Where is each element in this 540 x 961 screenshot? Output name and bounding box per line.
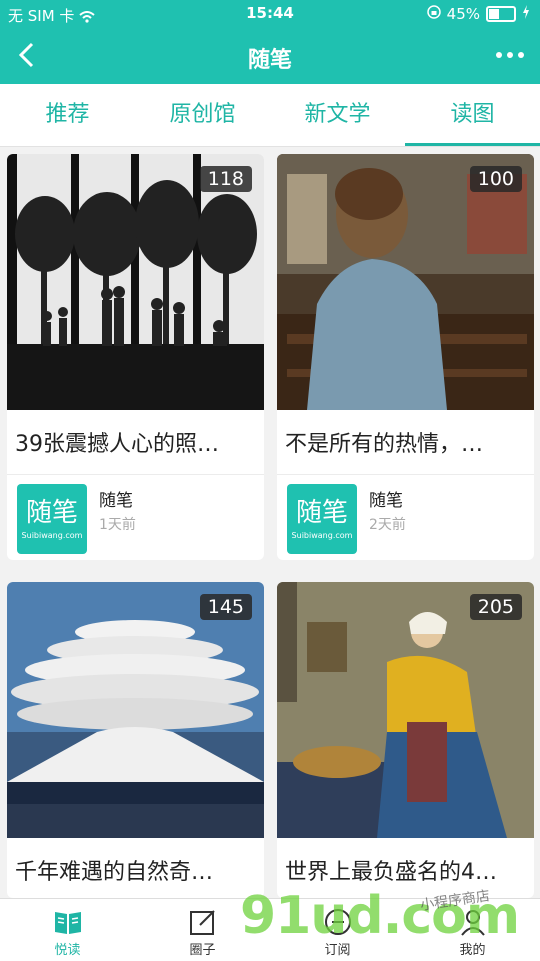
tab-label: 推荐 xyxy=(45,102,90,127)
bottom-nav-mine[interactable]: 我的 xyxy=(405,899,540,961)
image-count-badge: 100 xyxy=(469,166,522,192)
article-card[interactable]: 145 千年难遇的自然奇… xyxy=(7,582,264,898)
battery-icon xyxy=(486,6,516,22)
battery-percent: 45% xyxy=(446,5,480,23)
source-logo: 随笔 Suibiwang.com xyxy=(287,484,357,554)
source-logo: 随笔 Suibiwang.com xyxy=(17,484,87,554)
bottom-nav-circle[interactable]: 圈子 xyxy=(135,899,270,961)
source-name: 随笔 xyxy=(369,491,403,511)
post-time: 1天前 xyxy=(99,517,136,533)
image-count-badge: 205 xyxy=(469,594,522,620)
subscribe-icon xyxy=(323,907,353,937)
tab-label: 原创馆 xyxy=(169,102,236,127)
card-title: 世界上最负盛名的4… xyxy=(285,860,497,885)
edit-icon xyxy=(188,907,218,937)
user-icon xyxy=(458,907,488,937)
card-image xyxy=(277,582,534,838)
category-tabs: 推荐 原创馆 新文学 读图 xyxy=(0,84,540,147)
tab-recommend[interactable]: 推荐 xyxy=(0,84,135,146)
more-button[interactable] xyxy=(496,52,524,58)
bottom-nav-label: 悦读 xyxy=(54,943,81,958)
logo-subtext: Suibiwang.com xyxy=(21,531,83,540)
divider xyxy=(277,474,534,475)
lock-rotation-icon xyxy=(426,5,441,23)
tab-read-pictures[interactable]: 读图 xyxy=(405,84,540,146)
card-image xyxy=(277,154,534,410)
image-count-badge: 145 xyxy=(199,594,252,620)
bottom-nav-label: 订阅 xyxy=(324,943,351,958)
card-title: 千年难遇的自然奇… xyxy=(15,860,214,885)
tab-label: 读图 xyxy=(450,102,495,127)
divider xyxy=(7,474,264,475)
card-title: 不是所有的热情，… xyxy=(285,432,484,457)
card-image xyxy=(7,154,264,410)
logo-text: 随笔 xyxy=(295,498,348,528)
bottom-nav-label: 圈子 xyxy=(189,943,216,958)
more-dot-icon xyxy=(518,52,524,58)
image-count-badge: 118 xyxy=(199,166,252,192)
active-tab-indicator xyxy=(405,143,540,146)
charging-icon xyxy=(522,5,530,23)
article-card[interactable]: 118 39张震撼人心的照… 随笔 Suibiwang.com 随笔 1天前 xyxy=(7,154,264,560)
tab-label: 新文学 xyxy=(304,102,371,127)
more-dot-icon xyxy=(507,52,513,58)
article-card[interactable]: 100 不是所有的热情，… 随笔 Suibiwang.com 随笔 2天前 xyxy=(277,154,534,560)
nav-bar: 随笔 xyxy=(0,28,540,84)
logo-subtext: Suibiwang.com xyxy=(291,531,353,540)
article-card[interactable]: 205 世界上最负盛名的4… xyxy=(277,582,534,898)
post-time: 2天前 xyxy=(369,517,406,533)
source-name: 随笔 xyxy=(99,491,133,511)
tab-original[interactable]: 原创馆 xyxy=(135,84,270,146)
page-title: 随笔 xyxy=(247,48,292,73)
tab-new-literature[interactable]: 新文学 xyxy=(270,84,405,146)
bottom-nav-read[interactable]: 悦读 xyxy=(0,899,135,961)
card-image xyxy=(7,582,264,838)
logo-text: 随笔 xyxy=(25,498,78,528)
bottom-nav-subscribe[interactable]: 订阅 xyxy=(270,899,405,961)
book-icon xyxy=(53,907,83,937)
status-bar: 无 SIM 卡 15:44 45% xyxy=(0,0,540,28)
card-title: 39张震撼人心的照… xyxy=(15,432,219,457)
battery-fill xyxy=(489,9,499,19)
more-dot-icon xyxy=(496,52,502,58)
bottom-nav-label: 我的 xyxy=(459,943,486,958)
bottom-nav: 悦读 圈子 订阅 我的 xyxy=(0,898,540,961)
